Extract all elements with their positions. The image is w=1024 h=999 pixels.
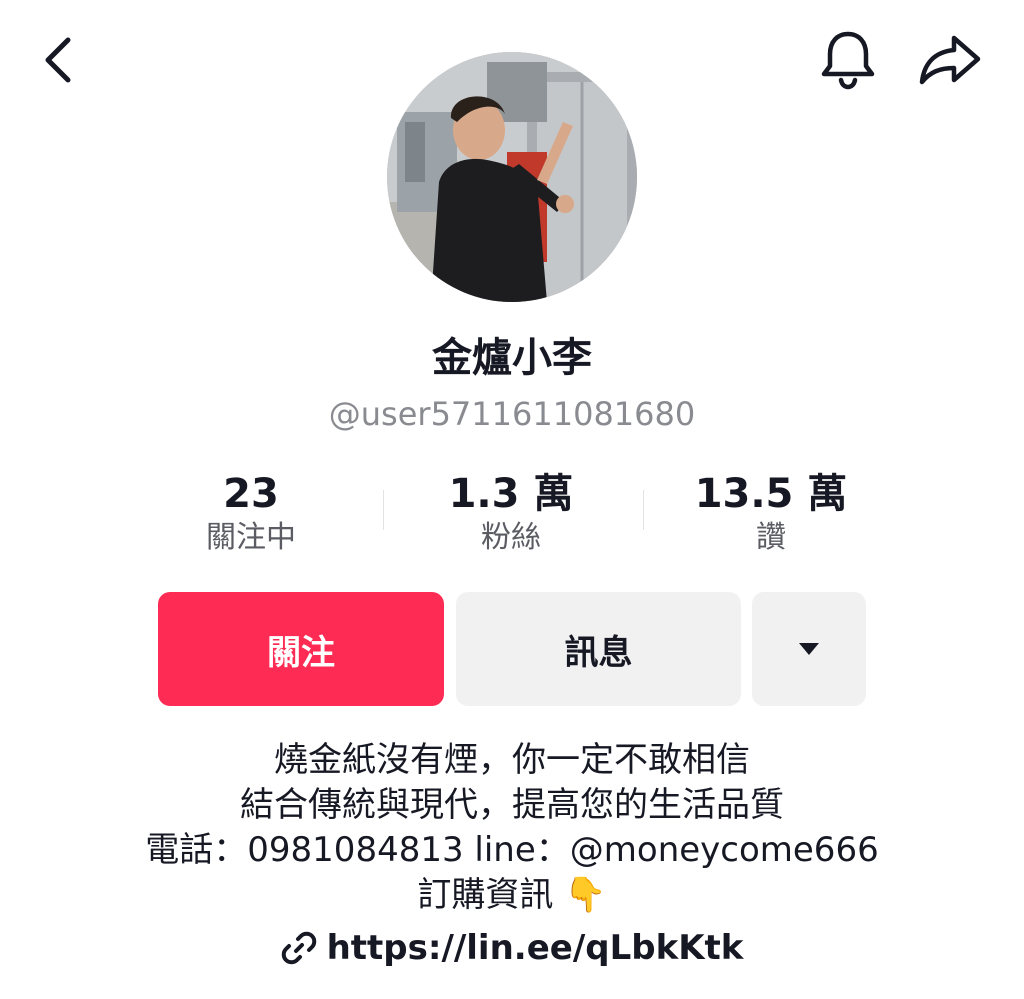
display-name: 金爐小李 (432, 335, 592, 381)
followers-count: 1.3 萬 (448, 471, 574, 517)
avatar-image (387, 52, 637, 302)
following-count: 23 (223, 471, 279, 517)
following-label: 關注中 (206, 520, 296, 555)
back-button[interactable] (36, 36, 80, 84)
more-options-button[interactable] (752, 592, 866, 706)
bio-line: 結合傳統與現代，提高您的生活品質 (240, 785, 784, 825)
bio-line: 電話：0981084813 line：@moneycome666 (145, 830, 879, 870)
bio-line: 訂購資訊 👇 (417, 875, 607, 915)
followers-label: 粉絲 (481, 520, 541, 555)
bio-line: 燒金紙沒有煙，你一定不敢相信 (274, 740, 750, 780)
likes-count: 13.5 萬 (694, 471, 848, 517)
follow-button[interactable]: 關注 (158, 592, 444, 706)
link-url[interactable]: https://lin.ee/qLbkKtk (327, 928, 744, 968)
likes-label: 讚 (756, 520, 786, 555)
message-button[interactable]: 訊息 (456, 592, 741, 706)
stat-likes[interactable]: 13.5 萬 讚 (641, 470, 901, 558)
avatar[interactable] (387, 52, 637, 302)
notification-button[interactable] (818, 28, 878, 90)
chevron-left-icon (45, 37, 71, 83)
profile-link[interactable]: https://lin.ee/qLbkKtk (0, 928, 1024, 968)
username: @user5711611081680 (328, 395, 696, 433)
link-icon (281, 931, 316, 965)
caret-down-icon (799, 643, 819, 655)
share-button[interactable] (918, 32, 982, 86)
stat-followers[interactable]: 1.3 萬 粉絲 (381, 470, 641, 558)
share-icon (919, 35, 981, 85)
stat-following[interactable]: 23 關注中 (121, 470, 381, 558)
bell-icon (821, 31, 875, 90)
